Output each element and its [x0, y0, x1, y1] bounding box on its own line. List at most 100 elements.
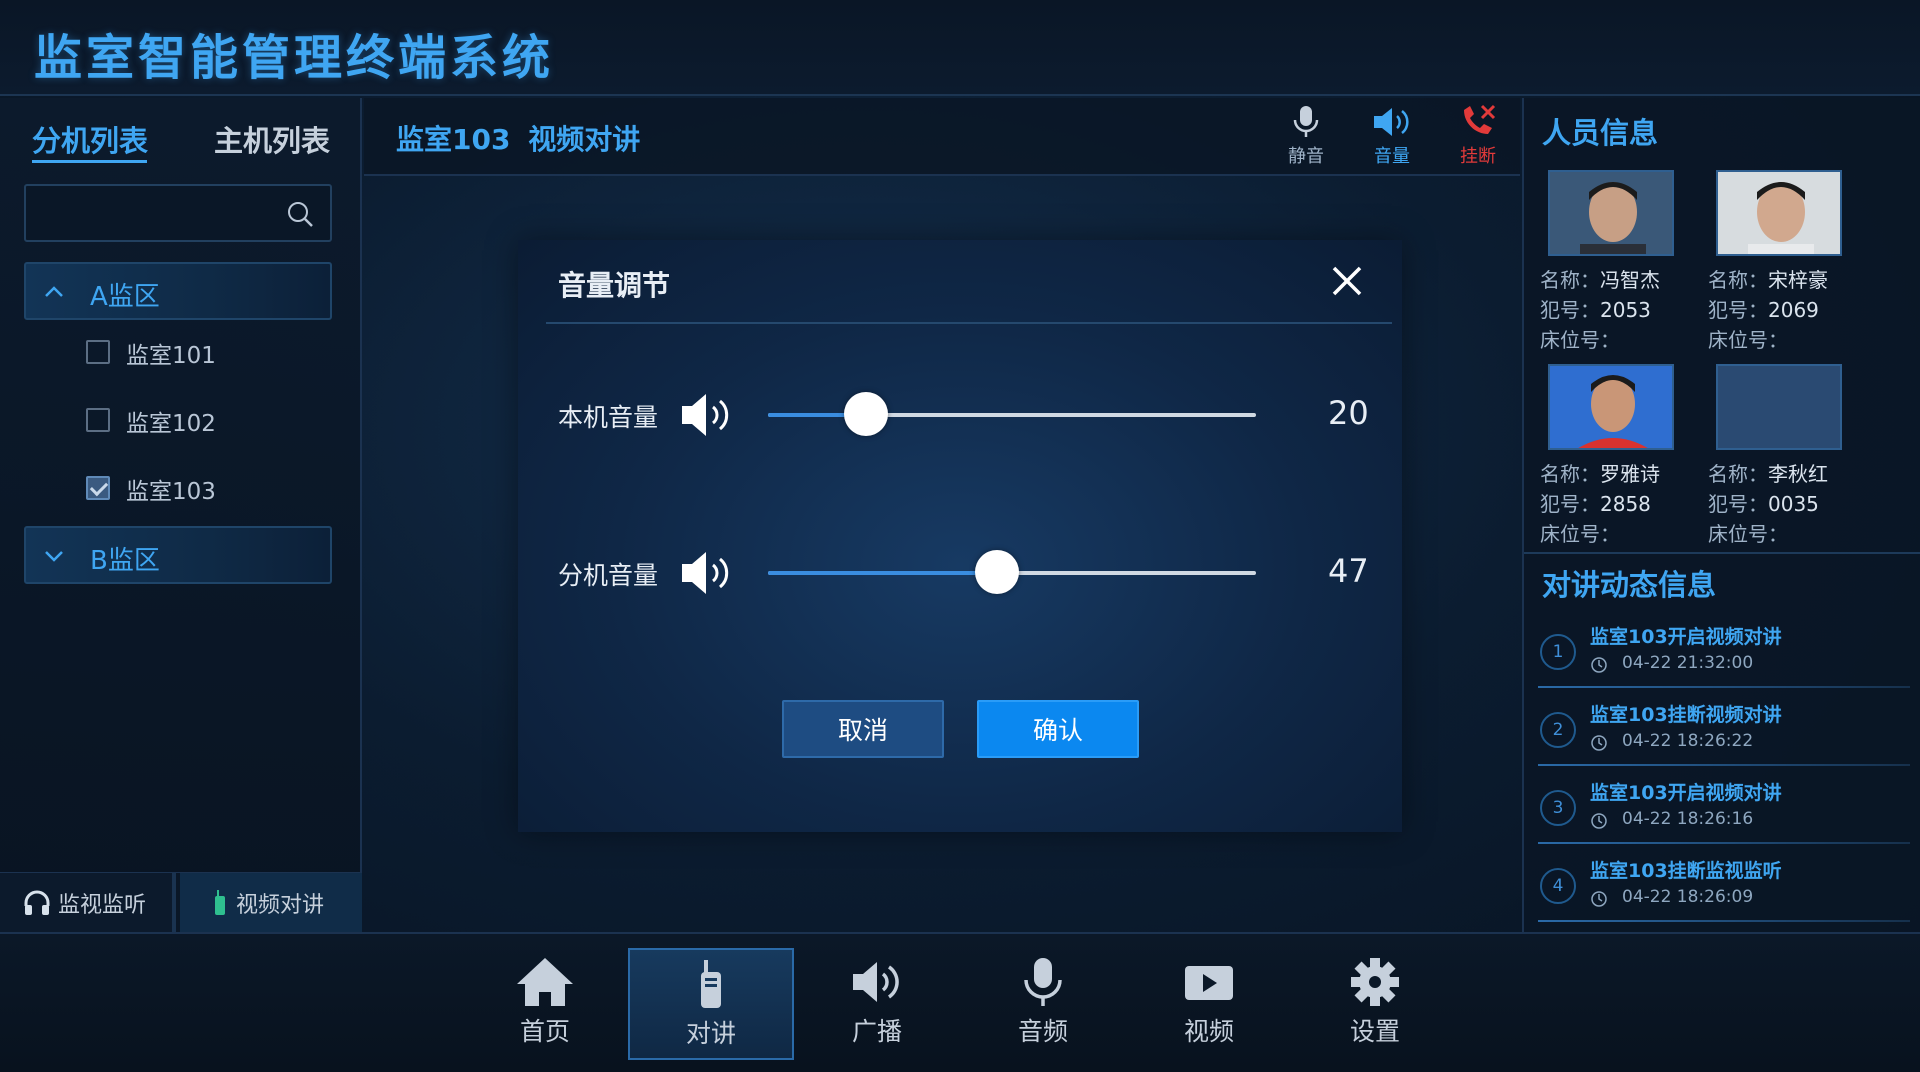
- right-panel: 人员信息 名称：冯智杰 犯号：2053 床位号： 名称：宋梓豪 犯号：2069: [1522, 98, 1920, 932]
- nav-home[interactable]: 首页: [462, 948, 628, 1060]
- person-id-row: 犯号：0035: [1708, 492, 1819, 516]
- dialog-title: 音量调节: [558, 269, 671, 302]
- speaker-icon: [682, 552, 729, 594]
- speaker-icon: [1374, 108, 1409, 136]
- mute-label: 静音: [1288, 146, 1324, 167]
- nav-broadcast[interactable]: 广播: [794, 948, 960, 1060]
- person-card[interactable]: 名称：罗雅诗 犯号：2858 床位号：: [1540, 364, 1700, 554]
- event-item[interactable]: 3 监室103开启视频对讲 04-22 18:26:16: [1538, 776, 1910, 852]
- chevron-up-icon: [45, 286, 63, 297]
- intercom-events-title: 对讲动态信息: [1542, 568, 1717, 602]
- search-input[interactable]: [36, 194, 276, 232]
- person-id-row: 犯号：2053: [1540, 298, 1651, 322]
- extension-volume-fill: [768, 571, 998, 575]
- walkie-talkie-icon: [701, 960, 721, 1008]
- group-b-header[interactable]: B监区: [24, 526, 332, 584]
- cancel-button[interactable]: 取消: [782, 700, 944, 758]
- microphone-icon: [1293, 106, 1319, 137]
- gear-icon: [1351, 958, 1399, 1006]
- nav-audio[interactable]: 音频: [960, 948, 1126, 1060]
- person-bed-row: 床位号：: [1708, 522, 1788, 546]
- nav-video-label: 视频: [1183, 1017, 1234, 1046]
- active-tab-underline: [32, 160, 147, 163]
- room-103-label: 监室103: [126, 479, 216, 505]
- event-item[interactable]: 2 监室103挂断视频对讲 04-22 18:26:22: [1538, 698, 1910, 774]
- event-number: 1: [1540, 634, 1576, 670]
- event-time: 04-22 21:32:00: [1622, 653, 1754, 673]
- search-icon[interactable]: [286, 200, 314, 228]
- mute-button[interactable]: 静音: [1276, 104, 1336, 170]
- speaker-icon: [682, 394, 729, 436]
- video-camera-icon: [1185, 966, 1233, 1000]
- person-bed-row: 床位号：: [1708, 328, 1788, 352]
- local-volume-value: 20: [1328, 394, 1369, 432]
- extension-volume-thumb[interactable]: [975, 550, 1020, 594]
- event-time: 04-22 18:26:16: [1622, 809, 1754, 829]
- nav-broadcast-label: 广播: [851, 1017, 902, 1046]
- local-volume-thumb[interactable]: [843, 392, 888, 436]
- event-underline: [1538, 764, 1910, 766]
- room-102-checkbox[interactable]: [86, 408, 110, 432]
- hangup-button[interactable]: 挂断: [1448, 104, 1508, 170]
- event-time: 04-22 18:26:09: [1622, 887, 1754, 907]
- clock-icon: [1591, 657, 1607, 673]
- person-photo: [1548, 364, 1674, 450]
- walkie-talkie-icon: [215, 890, 225, 915]
- room-102-label: 监室102: [126, 411, 216, 437]
- center-header: 监室103 视频对讲 静音 音量 挂断: [364, 98, 1520, 176]
- clock-icon: [1591, 735, 1607, 751]
- person-photo: [1548, 170, 1674, 256]
- nav-video[interactable]: 视频: [1126, 948, 1292, 1060]
- chevron-down-icon: [45, 551, 63, 562]
- close-icon[interactable]: [1328, 262, 1366, 300]
- volume-label: 音量: [1374, 146, 1410, 167]
- event-title: 监室103开启视频对讲: [1590, 626, 1782, 648]
- left-bottom-bar: 监视监听 视频对讲: [0, 872, 362, 933]
- video-intercom-label: 视频对讲: [236, 893, 325, 918]
- room-101-checkbox[interactable]: [86, 340, 110, 364]
- person-card[interactable]: 名称：李秋红 犯号：0035 床位号：: [1708, 364, 1868, 554]
- event-number: 3: [1540, 790, 1576, 826]
- search-box: [24, 184, 332, 242]
- clock-icon: [1591, 891, 1607, 907]
- monitor-listen-button[interactable]: 监视监听: [0, 873, 176, 933]
- room-101-label: 监室101: [126, 343, 216, 369]
- extension-volume-value: 47: [1328, 552, 1369, 590]
- video-intercom-button[interactable]: 视频对讲: [180, 873, 362, 933]
- left-panel: 分机列表 主机列表 A监区 监室101 监室102 监室103 B监区: [0, 98, 362, 932]
- event-item[interactable]: 1 监室103开启视频对讲 04-22 21:32:00: [1538, 620, 1910, 696]
- event-underline: [1538, 920, 1910, 922]
- event-title: 监室103挂断视频对讲: [1590, 704, 1782, 726]
- nav-intercom[interactable]: 对讲: [628, 948, 794, 1060]
- event-time: 04-22 18:26:22: [1622, 731, 1754, 751]
- event-underline: [1538, 686, 1910, 688]
- person-photo-placeholder: [1716, 364, 1842, 450]
- event-number: 4: [1540, 868, 1576, 904]
- tab-host-list[interactable]: 主机列表: [214, 118, 330, 160]
- person-card[interactable]: 名称：冯智杰 犯号：2053 床位号：: [1540, 170, 1700, 360]
- person-card[interactable]: 名称：宋梓豪 犯号：2069 床位号：: [1708, 170, 1868, 360]
- extension-volume-slider[interactable]: [768, 550, 1256, 594]
- confirm-button[interactable]: 确认: [977, 700, 1139, 758]
- tab-extension-list[interactable]: 分机列表: [32, 118, 148, 160]
- local-volume-label: 本机音量: [558, 403, 659, 432]
- local-volume-slider[interactable]: [768, 392, 1256, 436]
- group-a-header[interactable]: A监区: [24, 262, 332, 320]
- headphones-icon: [24, 890, 50, 915]
- person-bed-row: 床位号：: [1540, 522, 1620, 546]
- room-103-checkbox[interactable]: [86, 476, 110, 500]
- person-name-row: 名称：罗雅诗: [1540, 462, 1660, 486]
- extension-volume-row: 分机音量 47: [558, 542, 1378, 602]
- volume-button[interactable]: 音量: [1362, 104, 1422, 170]
- event-item[interactable]: 4 监室103挂断监视监听 04-22 18:26:09: [1538, 854, 1910, 930]
- section-divider: [1524, 552, 1920, 554]
- header-bar: 监室智能管理终端系统: [0, 0, 1920, 96]
- microphone-icon: [1024, 958, 1062, 1006]
- hangup-icon: [1464, 104, 1496, 134]
- nav-settings[interactable]: 设置: [1292, 948, 1458, 1060]
- nav-audio-label: 音频: [1017, 1017, 1068, 1046]
- speaker-icon: [853, 962, 899, 1002]
- person-name-row: 名称：宋梓豪: [1708, 268, 1828, 292]
- volume-dialog: 音量调节 本机音量 20 分机音量 47 取消 确认: [518, 240, 1402, 832]
- bottom-nav: 首页 对讲 广播 音频 视频 设置: [0, 932, 1920, 1072]
